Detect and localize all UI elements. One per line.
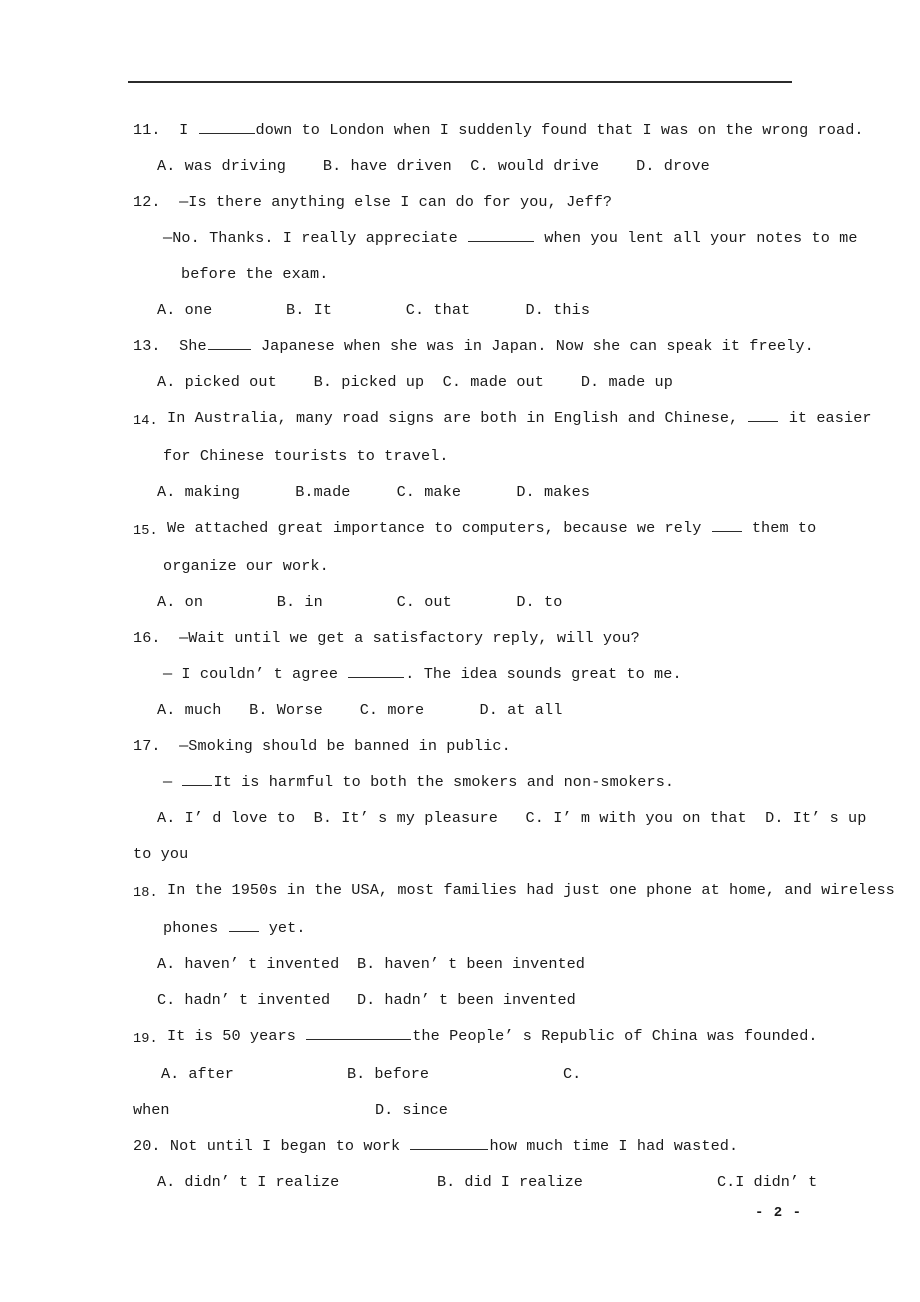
question-18-option-c: C. hadn’ t invented xyxy=(157,991,331,1009)
question-18-continuation: phones yet. xyxy=(133,910,801,946)
answer-blank[interactable] xyxy=(198,120,255,134)
question-16-reply-after: . The idea sounds great to me. xyxy=(405,665,682,683)
question-13-options: A. picked out B. picked up C. made out D… xyxy=(157,373,673,391)
question-18-options-row-1: A. haven’ t invented B. haven’ t been in… xyxy=(133,946,801,982)
question-16-reply: — I couldn’ t agree . The idea sounds gr… xyxy=(133,656,801,692)
question-18-option-a: A. haven’ t invented xyxy=(157,955,340,973)
answer-blank[interactable] xyxy=(468,228,535,242)
question-12-reply-before: —No. Thanks. I really appreciate xyxy=(163,229,468,247)
answer-blank[interactable] xyxy=(207,336,251,350)
header-divider-rule xyxy=(128,81,792,83)
question-11-options: A. was driving B. have driven C. would d… xyxy=(157,157,710,175)
question-15-stem-before: We attached great importance to computer… xyxy=(157,519,711,537)
question-19-options-row-2: when D. since xyxy=(133,1092,801,1128)
question-17-stem-text: —Smoking should be banned in public. xyxy=(160,737,511,755)
question-18-continuation-after: yet. xyxy=(259,919,306,937)
answer-blank[interactable] xyxy=(748,408,779,422)
question-11-stem-before: I xyxy=(160,121,198,139)
question-19-option-d: D. since xyxy=(375,1101,448,1119)
question-18-option-b: B. haven’ t been invented xyxy=(357,955,585,973)
question-11-number: 11. xyxy=(133,121,161,139)
question-18-continuation-before: phones xyxy=(163,919,228,937)
question-14-stem: 14. In Australia, many road signs are bo… xyxy=(133,400,872,438)
question-11-stem-after: down to London when I suddenly found tha… xyxy=(255,121,864,139)
question-14-stem-before: In Australia, many road signs are both i… xyxy=(157,409,748,427)
exam-paper-page: 11. I down to London when I suddenly fou… xyxy=(0,0,920,1302)
question-12-continuation: before the exam. xyxy=(181,265,329,283)
question-19-stem-after: the People’ s Republic of China was foun… xyxy=(412,1027,818,1045)
question-15-continuation: organize our work. xyxy=(163,557,329,575)
question-14-options: A. making B.made C. make D. makes xyxy=(157,483,591,501)
question-17-number: 17. xyxy=(133,737,161,755)
question-20-stem-before: Not until I began to work xyxy=(160,1137,410,1155)
question-13-number: 13. xyxy=(133,337,161,355)
question-19-stem: 19. It is 50 years the People’ s Republi… xyxy=(133,1018,818,1056)
answer-blank[interactable] xyxy=(348,664,405,678)
question-19-option-b: B. before xyxy=(347,1065,430,1083)
question-17-options: A. I’ d love to B. It’ s my pleasure C. … xyxy=(157,809,867,827)
question-17-reply-before: — xyxy=(163,773,182,791)
question-18-option-d: D. hadn’ t been invented xyxy=(357,991,576,1009)
question-20-number: 20. xyxy=(133,1137,161,1155)
question-list: 11. I down to London when I suddenly fou… xyxy=(133,112,895,1200)
question-16-number: 16. xyxy=(133,629,161,647)
question-20-option-b: B. did I realize xyxy=(437,1173,583,1191)
question-18-stem: 18. In the 1950s in the USA, most famili… xyxy=(133,872,895,910)
answer-blank[interactable] xyxy=(228,918,259,932)
question-16-stem: 16. —Wait until we get a satisfactory re… xyxy=(133,620,801,656)
question-20-option-a: A. didn’ t I realize xyxy=(157,1173,340,1191)
question-19-option-c-label: C. xyxy=(563,1065,582,1083)
question-20-stem-after: how much time I had wasted. xyxy=(489,1137,739,1155)
question-15-options: A. on B. in C. out D. to xyxy=(157,593,563,611)
question-15-stem: 15. We attached great importance to comp… xyxy=(133,510,816,548)
answer-blank[interactable] xyxy=(410,1136,489,1150)
question-12-reply: —No. Thanks. I really appreciate when yo… xyxy=(133,220,857,256)
question-20-option-c: C.I didn’ t xyxy=(717,1173,818,1191)
question-15-number: 15. xyxy=(133,524,158,539)
question-19-option-a: A. after xyxy=(161,1065,234,1083)
question-13-stem-after: Japanese when she was in Japan. Now she … xyxy=(251,337,814,355)
question-17-reply-after: It is harmful to both the smokers and no… xyxy=(213,773,675,791)
question-18-options-row-2: C. hadn’ t invented D. hadn’ t been inve… xyxy=(133,982,801,1018)
question-12-options: A. one B. It C. that D. this xyxy=(157,301,591,319)
question-20-options-row: A. didn’ t I realize B. did I realize C.… xyxy=(133,1164,817,1200)
question-19-stem-before: It is 50 years xyxy=(157,1027,306,1045)
question-13-stem: 13. She Japanese when she was in Japan. … xyxy=(133,328,814,364)
question-14-continuation: for Chinese tourists to travel. xyxy=(163,447,449,465)
question-20-stem: 20. Not until I began to work how much t… xyxy=(133,1128,801,1164)
answer-blank[interactable] xyxy=(182,772,213,786)
question-16-reply-before: — I couldn’ t agree xyxy=(163,665,348,683)
question-17-reply: — It is harmful to both the smokers and … xyxy=(133,764,801,800)
question-15-stem-after: them to xyxy=(742,519,817,537)
question-18-stem-text: In the 1950s in the USA, most families h… xyxy=(157,881,895,899)
question-12-number: 12. xyxy=(133,193,161,211)
question-12-reply-after: when you lent all your notes to me xyxy=(535,229,858,247)
question-16-stem-text: —Wait until we get a satisfactory reply,… xyxy=(160,629,640,647)
answer-blank[interactable] xyxy=(711,518,742,532)
answer-blank[interactable] xyxy=(306,1026,412,1040)
question-19-option-c-overflow: when xyxy=(133,1101,170,1119)
question-19-options-row-1: A. after B. before C. xyxy=(133,1056,801,1092)
question-12-stem: 12. —Is there anything else I can do for… xyxy=(133,184,801,220)
question-14-number: 14. xyxy=(133,414,158,429)
question-18-number: 18. xyxy=(133,886,158,901)
question-17-options-overflow: to you xyxy=(133,845,189,863)
question-12-stem-text: —Is there anything else I can do for you… xyxy=(160,193,613,211)
page-number: - 2 - xyxy=(754,1205,802,1221)
question-13-stem-before: She xyxy=(160,337,207,355)
question-11-stem: 11. I down to London when I suddenly fou… xyxy=(133,112,864,148)
question-14-stem-after: it easier xyxy=(779,409,872,427)
question-16-options: A. much B. Worse C. more D. at all xyxy=(157,701,563,719)
question-17-stem: 17. —Smoking should be banned in public. xyxy=(133,728,801,764)
question-19-number: 19. xyxy=(133,1032,158,1047)
